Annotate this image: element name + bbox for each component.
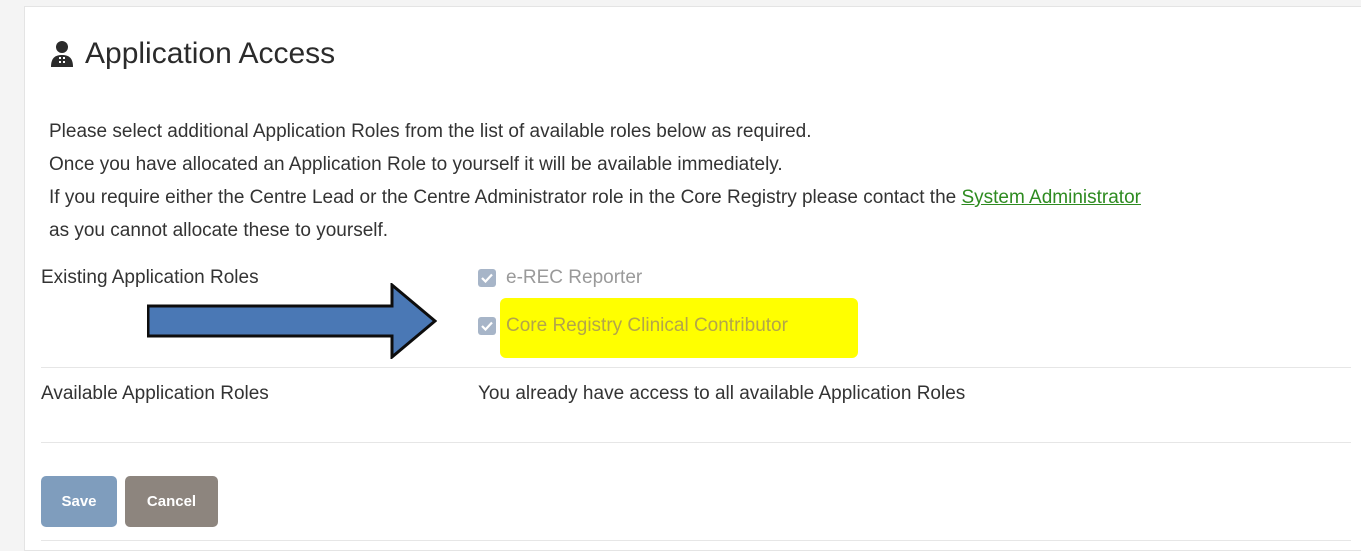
checkbox-checked-icon [478, 317, 496, 335]
role-item-e-rec-reporter: e-REC Reporter [478, 267, 642, 289]
role-item-core-registry-clinical-contributor: Core Registry Clinical Contributor [478, 315, 788, 337]
intro-line-2: Once you have allocated an Application R… [49, 154, 783, 175]
divider [41, 442, 1351, 443]
checkbox-checked-icon [478, 269, 496, 287]
divider [41, 367, 1351, 368]
intro-line-3: If you require either the Centre Lead or… [49, 181, 1359, 214]
available-roles-message: You already have access to all available… [478, 383, 966, 404]
system-administrator-link[interactable]: System Administrator [961, 187, 1141, 208]
intro-line-1: Please select additional Application Rol… [49, 121, 812, 142]
user-doctor-icon [49, 40, 75, 68]
save-button[interactable]: Save [41, 476, 117, 527]
page-title-text: Application Access [85, 37, 336, 70]
application-access-panel: Application Access Please select additio… [24, 6, 1361, 551]
annotation-arrow-icon [147, 283, 437, 359]
available-roles-label: Available Application Roles [41, 383, 269, 404]
intro-line-4: as you cannot allocate these to yourself… [49, 220, 389, 241]
intro-line-3-text: If you require either the Centre Lead or… [49, 187, 962, 208]
page-title: Application Access [49, 37, 335, 71]
role-label: e-REC Reporter [506, 267, 643, 288]
intro-text: Please select additional Application Rol… [49, 115, 1359, 247]
cancel-button[interactable]: Cancel [125, 476, 218, 527]
role-label: Core Registry Clinical Contributor [506, 315, 788, 336]
